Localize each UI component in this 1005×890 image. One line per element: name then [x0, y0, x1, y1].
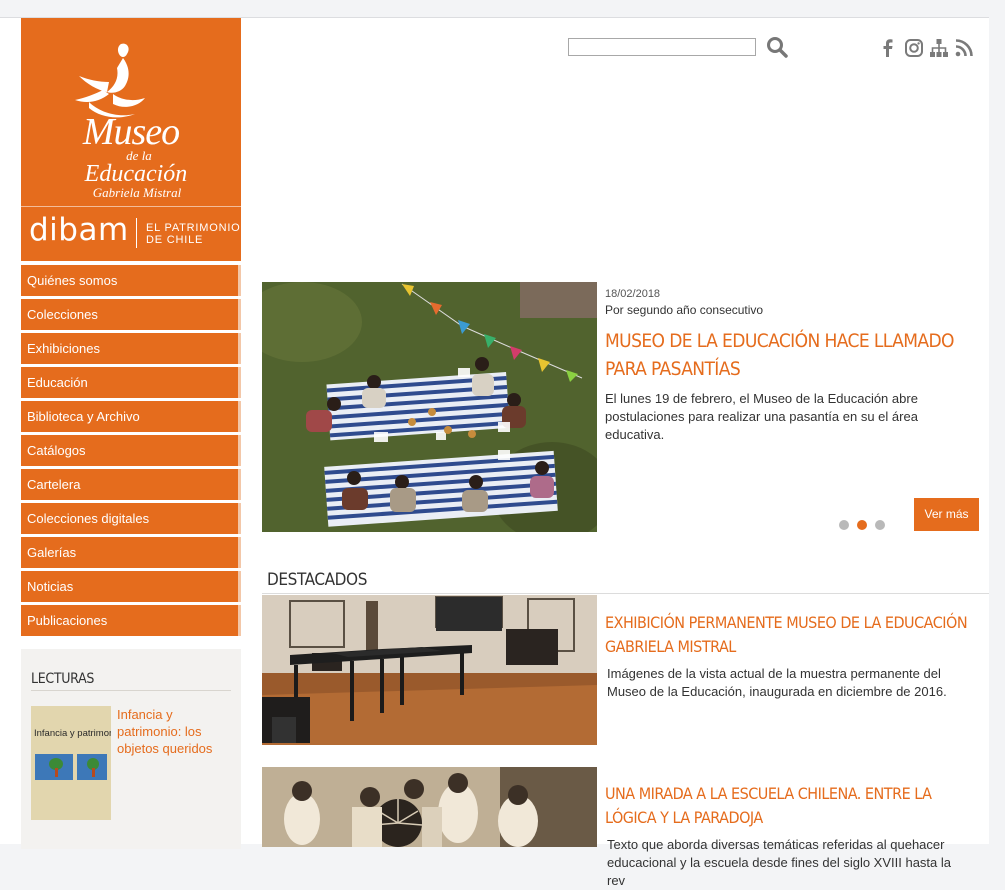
book-link[interactable]: Infancia y patrimonio: los objetos queri… — [117, 706, 232, 757]
book-cover-title: Infancia y patrimonio — [34, 728, 111, 739]
lecturas-title: LECTURAS — [31, 671, 95, 687]
rss-icon[interactable] — [954, 38, 974, 58]
article-title-2[interactable]: UNA MIRADA A LA ESCUELA CHILENA. ENTRE L… — [605, 782, 975, 830]
nav-item-exhibiciones[interactable]: Exhibiciones — [21, 333, 241, 364]
lecturas-divider — [31, 690, 231, 691]
slide-title[interactable]: MUSEO DE LA EDUCACIÓN HACE LLAMADO PARA … — [605, 327, 975, 383]
nav-item-educacion[interactable]: Educación — [21, 367, 241, 398]
nav-item-noticias[interactable]: Noticias — [21, 571, 241, 602]
nav-item-catalogos[interactable]: Catálogos — [21, 435, 241, 466]
article-text-1: Imágenes de la vista actual de la muestr… — [607, 666, 947, 699]
slider-dot-2[interactable] — [857, 520, 867, 530]
dibam-separator — [136, 218, 137, 248]
slide-date: 18/02/2018 — [605, 288, 661, 300]
nav-item-colecciones-digitales[interactable]: Colecciones digitales — [21, 503, 241, 534]
slider-dot-1[interactable] — [839, 520, 849, 530]
nav-item-cartelera[interactable]: Cartelera — [21, 469, 241, 500]
dibam-tagline-line1: EL PATRIMONIO — [146, 222, 241, 234]
article-title-1[interactable]: EXHIBICIÓN PERMANENTE MUSEO DE LA EDUCAC… — [605, 611, 975, 659]
nav-item-publicaciones[interactable]: Publicaciones — [21, 605, 241, 636]
main-navigation: Quiénes somos Colecciones Exhibiciones E… — [21, 265, 241, 639]
search-icon[interactable] — [766, 36, 788, 58]
nav-item-galerias[interactable]: Galerías — [21, 537, 241, 568]
picnic-photo — [262, 282, 597, 532]
logo-divider — [21, 206, 241, 207]
logo-gabriela-mistral: Gabriela Mistral — [92, 185, 182, 200]
logo-museo: Museo — [82, 111, 180, 153]
nav-item-colecciones[interactable]: Colecciones — [21, 299, 241, 330]
instagram-icon[interactable] — [904, 38, 924, 58]
article-image[interactable] — [262, 767, 597, 847]
page: Museo de la Educación Gabriela Mistral d… — [0, 17, 989, 888]
slide-text: El lunes 19 de febrero, el Museo de la E… — [605, 391, 918, 442]
nav-item-biblioteca-archivo[interactable]: Biblioteca y Archivo — [21, 401, 241, 432]
slide-subtitle: Por segundo año consecutivo — [605, 303, 764, 317]
slider-pagination — [839, 517, 893, 535]
sitemap-icon[interactable] — [929, 38, 949, 58]
destacados-heading: DESTACADOS — [267, 570, 368, 590]
book-cover[interactable]: Infancia y patrimonio — [31, 706, 111, 820]
museum-logo[interactable]: Museo de la Educación Gabriela Mistral d… — [21, 18, 241, 261]
destacados-divider — [262, 593, 989, 594]
classroom-photo — [262, 595, 597, 745]
tree-trunk — [55, 768, 58, 777]
logo-educacion: Educación — [84, 161, 188, 187]
slide-image[interactable] — [262, 282, 597, 532]
article-image[interactable] — [262, 595, 597, 745]
article-text-2: Texto que aborda diversas temáticas refe… — [607, 837, 951, 888]
dibam-logo: dibam — [29, 212, 129, 248]
dibam-tagline: EL PATRIMONIO DE CHILE — [146, 222, 241, 246]
historic-school-photo — [262, 767, 597, 847]
nav-item-quienes-somos[interactable]: Quiénes somos — [21, 265, 241, 296]
slider-dot-3[interactable] — [875, 520, 885, 530]
search-input[interactable] — [568, 38, 756, 56]
mistral-figure-logo-icon — [75, 43, 145, 118]
logo-wordmark: Museo de la Educación Gabriela Mistral — [21, 111, 241, 200]
ver-mas-button[interactable]: Ver más — [914, 498, 979, 531]
tree-trunk — [92, 768, 95, 777]
facebook-icon[interactable] — [878, 38, 898, 58]
dibam-tagline-line2: DE CHILE — [146, 234, 204, 246]
lecturas-panel: LECTURAS Infancia y patrimonio Infancia … — [21, 649, 241, 849]
